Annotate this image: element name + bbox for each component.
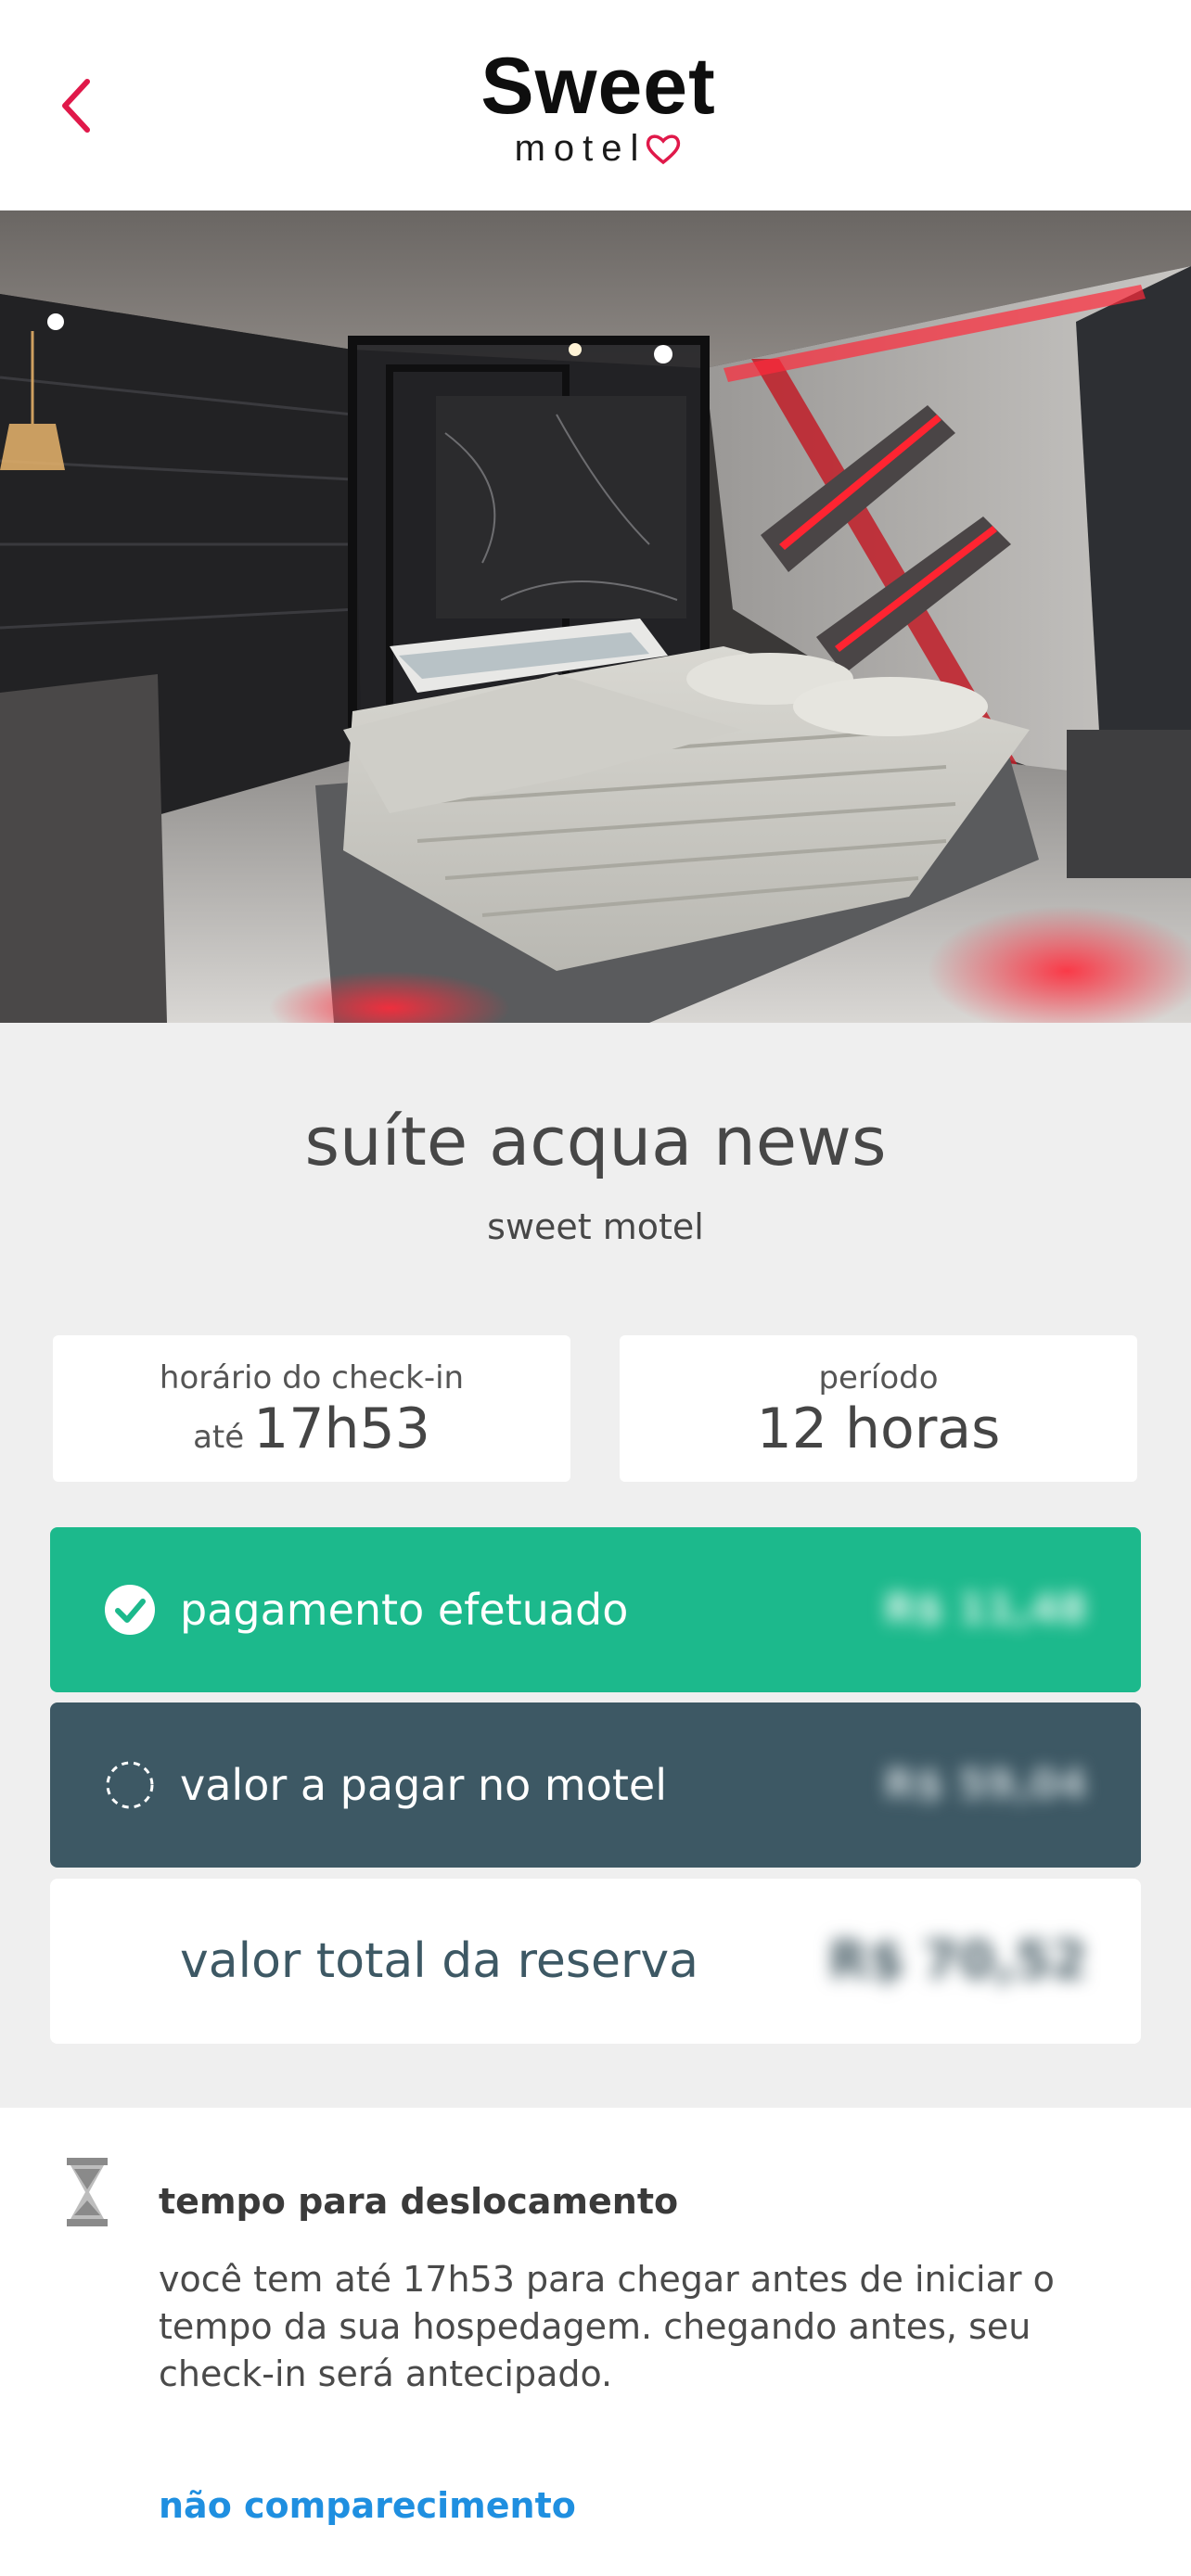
logo-main-text: Sweet <box>480 42 716 131</box>
payment-paid-row: pagamento efetuado R$ 11,48 <box>50 1527 1141 1692</box>
payment-paid-amount: R$ 11,48 <box>884 1586 1087 1633</box>
motel-name: sweet motel <box>487 1206 704 1247</box>
period-value: 12 horas <box>756 1396 1001 1461</box>
check-circle-icon <box>105 1585 155 1635</box>
payment-paid-label: pagamento efetuado <box>180 1585 629 1635</box>
suite-photo <box>0 210 1191 1023</box>
app-header: Sweet motel <box>0 0 1191 210</box>
payment-total-amount: R$ 70,52 <box>828 1931 1087 1991</box>
dashed-circle-icon <box>106 1761 154 1809</box>
travel-description: você tem até 17h53 para chegar antes de … <box>159 2259 1055 2394</box>
travel-info-section: tempo para deslocamento você tem até 17h… <box>0 2108 1191 2576</box>
brand-logo: Sweet motel <box>464 45 733 174</box>
suite-photo-illustration <box>0 210 1191 1023</box>
payment-total-row: valor total da reserva R$ 70,52 <box>50 1879 1141 2044</box>
period-label: período <box>818 1359 939 1396</box>
payment-due-row: valor a pagar no motel R$ 59,04 <box>50 1702 1141 1868</box>
checkin-time: 17h53 <box>253 1396 430 1461</box>
payment-due-label: valor a pagar no motel <box>180 1760 667 1810</box>
heart-icon <box>647 134 681 165</box>
chevron-left-icon <box>62 79 90 133</box>
logo-sub-text: motel <box>514 128 647 169</box>
back-button[interactable] <box>48 72 104 139</box>
payment-due-amount: R$ 59,04 <box>884 1761 1087 1808</box>
no-show-link[interactable]: não comparecimento <box>159 2484 576 2527</box>
suite-name: suíte acqua news <box>304 1103 887 1180</box>
checkin-card: horário do check-in até 17h53 <box>53 1335 570 1482</box>
suite-title-block: suíte acqua news sweet motel <box>0 1099 1191 1251</box>
checkin-prefix: até <box>193 1419 245 1456</box>
hourglass-icon <box>67 2158 108 2226</box>
period-card: período 12 horas <box>620 1335 1137 1482</box>
checkin-label: horário do check-in <box>159 1359 465 1396</box>
travel-title: tempo para deslocamento <box>159 2181 679 2222</box>
payment-total-label: valor total da reserva <box>180 1933 698 1989</box>
